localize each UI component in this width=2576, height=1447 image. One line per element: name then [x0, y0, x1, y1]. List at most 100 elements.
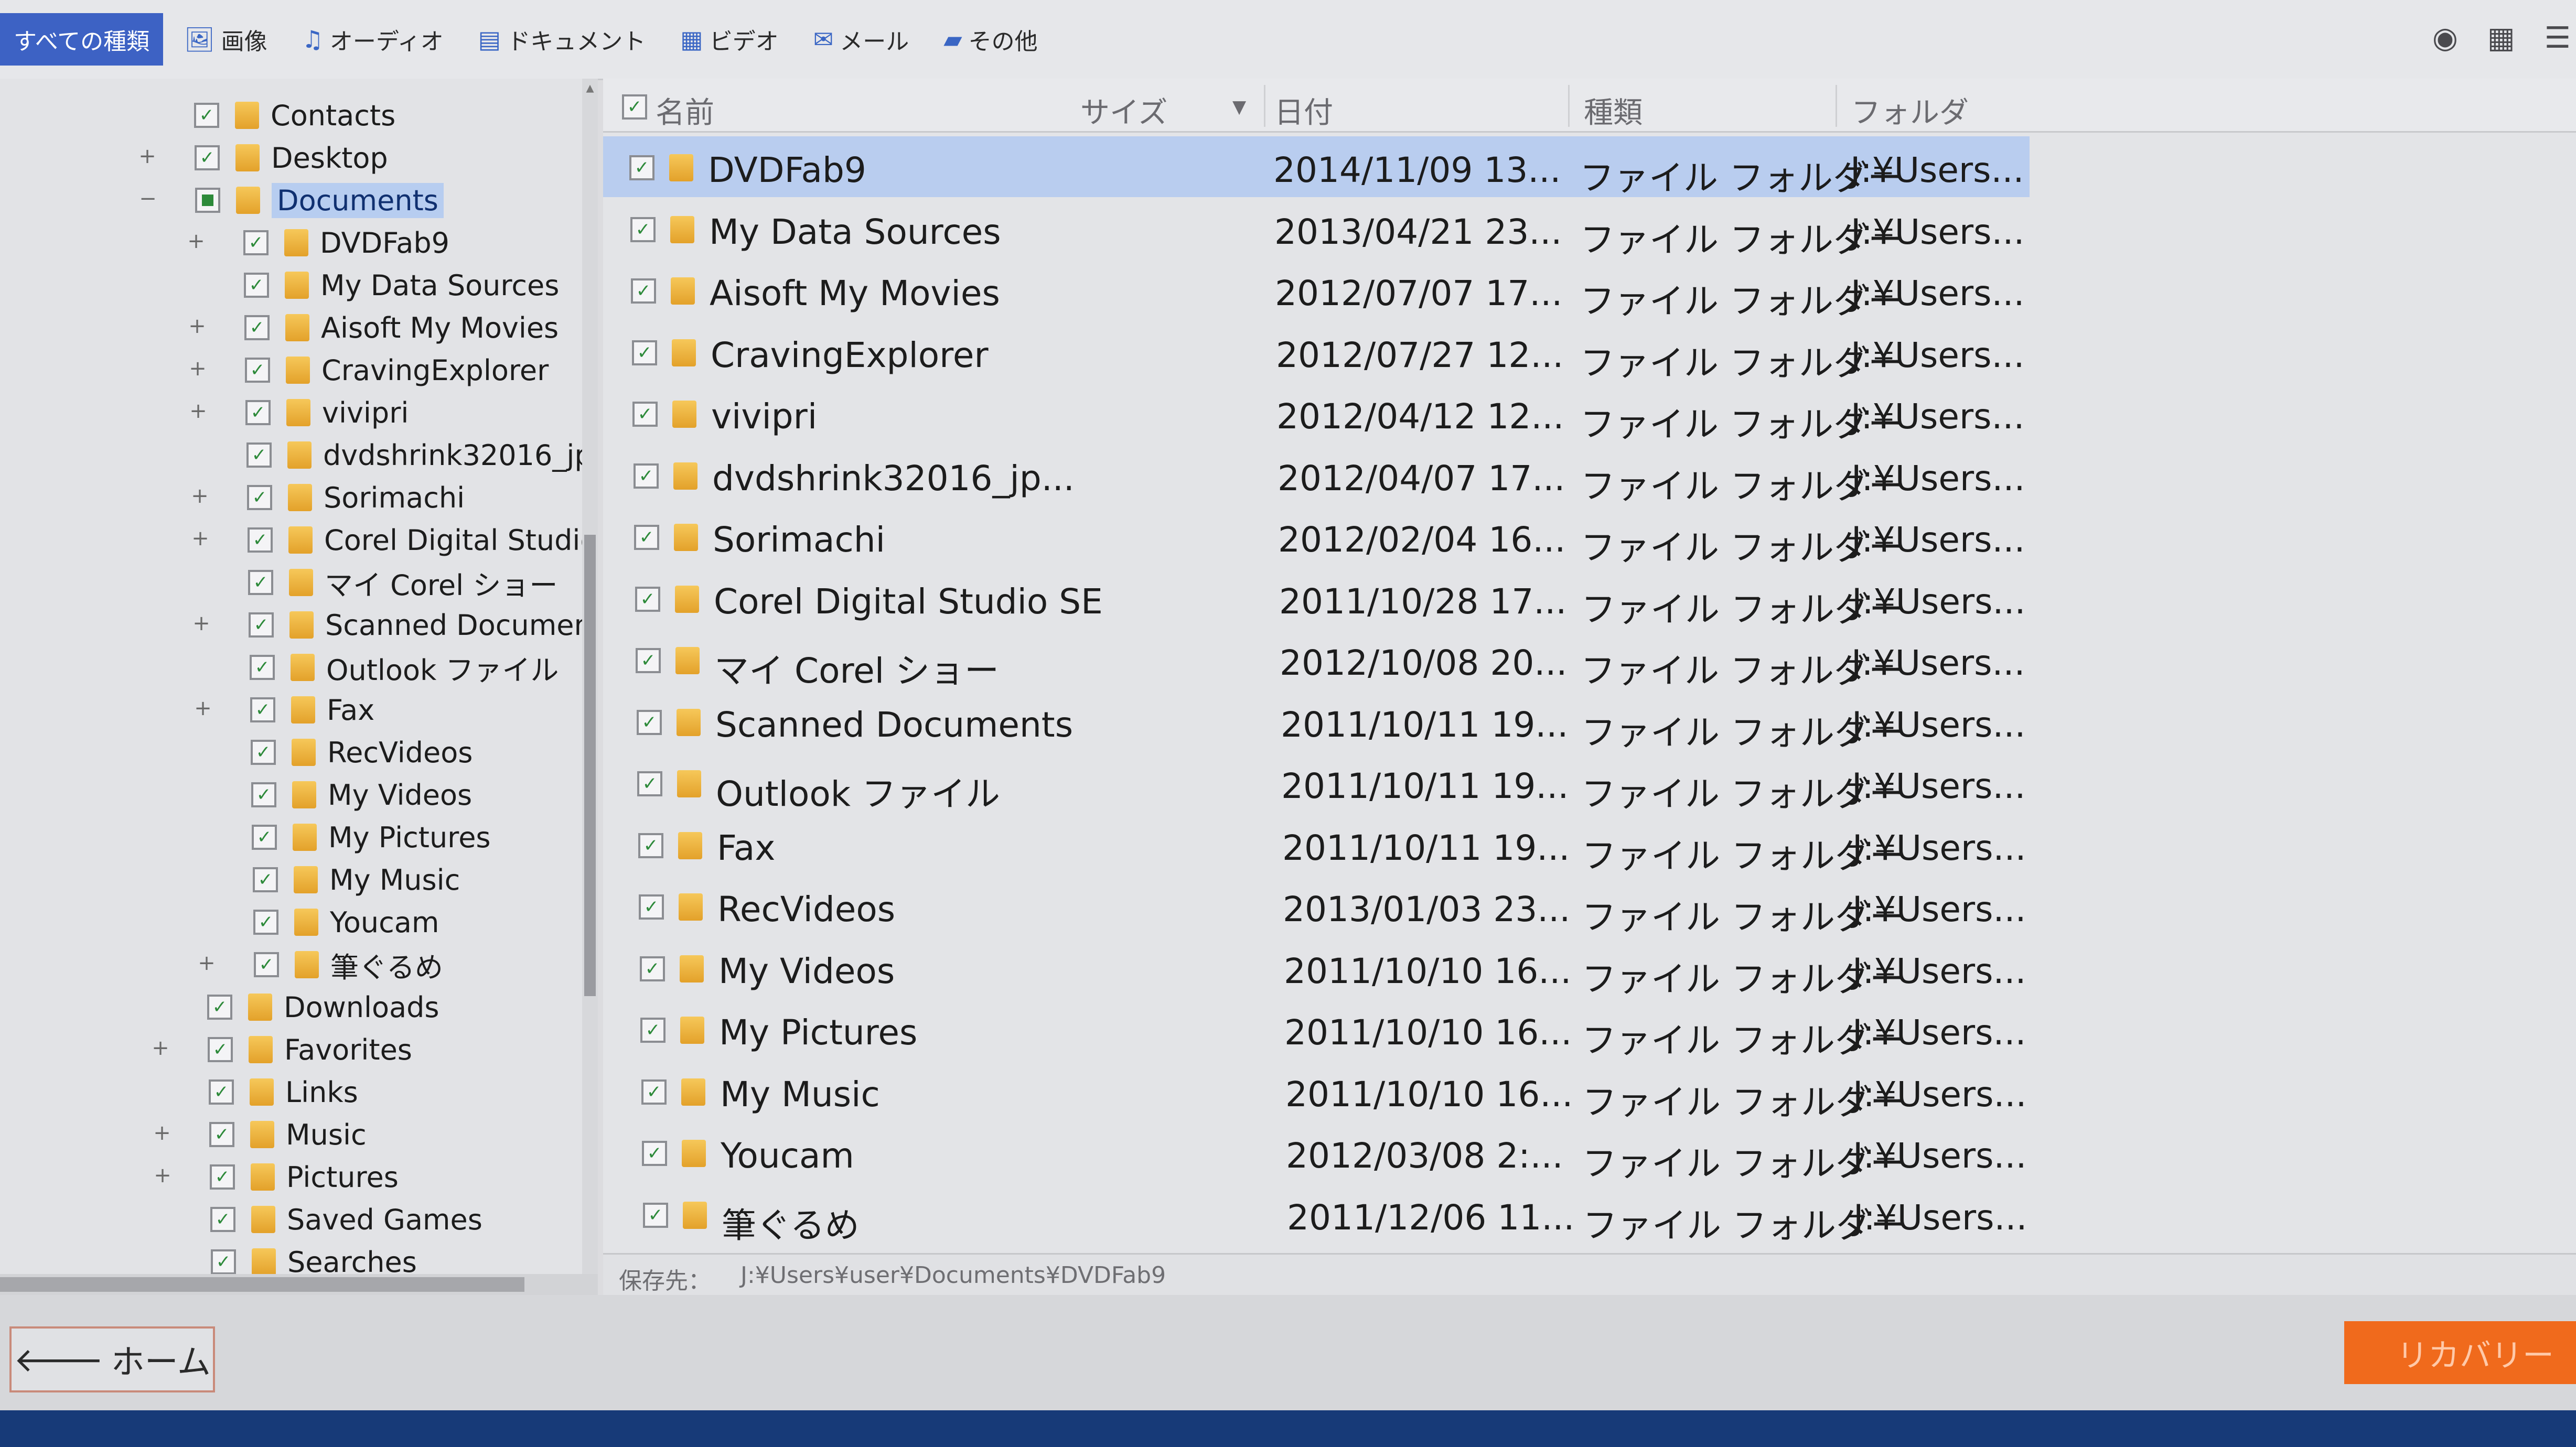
- grid-view-icon[interactable]: ▦: [2487, 21, 2515, 55]
- row-checkbox[interactable]: ✓: [637, 771, 662, 796]
- tree-checkbox[interactable]: ✓: [248, 570, 273, 595]
- tree-node[interactable]: ✓ Fax: [250, 689, 374, 731]
- tree-hscroll-thumb[interactable]: [0, 1277, 524, 1292]
- tree-node[interactable]: ✓ My Videos: [251, 774, 472, 816]
- column-type[interactable]: 種類: [1584, 89, 1643, 132]
- tree-node[interactable]: ✓ Desktop: [195, 137, 388, 179]
- tree-node[interactable]: ✓ Corel Digital Studio S: [248, 519, 598, 561]
- file-row[interactable]: ✓ DVDFab9 2014/11/09 13... ファイル フォルダー J:¥Use…: [603, 136, 2030, 198]
- tree-node[interactable]: ✓ Downloads: [207, 986, 439, 1028]
- home-button[interactable]: 🡐 ホーム: [9, 1326, 215, 1392]
- file-row[interactable]: ✓ Outlook ファイル 2011/10/11 19... ファイル フォルダー J…: [603, 752, 2554, 814]
- recover-button[interactable]: リカバリー: [2344, 1321, 2576, 1384]
- tree-node[interactable]: ✓ CravingExplorer: [245, 349, 549, 391]
- row-checkbox[interactable]: ✓: [632, 402, 658, 427]
- tree-node[interactable]: Documents: [195, 179, 444, 221]
- eye-icon[interactable]: ◉: [2432, 21, 2458, 55]
- tree-node[interactable]: ✓ Pictures: [210, 1156, 399, 1198]
- filter-tab-5[interactable]: ✉ メール: [800, 13, 923, 66]
- row-checkbox[interactable]: ✓: [638, 833, 663, 858]
- file-row[interactable]: ✓ My Music 2011/10/10 16... ファイル フォルダー J:¥Us…: [603, 1061, 2554, 1122]
- tree-checkbox[interactable]: ✓: [247, 485, 272, 510]
- tree-node[interactable]: ✓ vivipri: [245, 392, 409, 434]
- tree-node[interactable]: ✓ DVDFab9: [243, 222, 449, 264]
- row-checkbox[interactable]: ✓: [641, 1079, 667, 1105]
- tree-checkbox[interactable]: ✓: [209, 1122, 234, 1147]
- tree-checkbox[interactable]: ✓: [252, 825, 277, 850]
- tree-node[interactable]: ✓ My Music: [253, 859, 460, 901]
- expand-icon[interactable]: +: [137, 144, 158, 168]
- file-row[interactable]: ✓ My Pictures 2011/10/10 16... ファイル フォルダー J:…: [603, 999, 2554, 1061]
- expand-icon[interactable]: +: [196, 951, 217, 975]
- filter-tab-4[interactable]: ▦ ビデオ: [667, 13, 792, 66]
- tree-checkbox[interactable]: ✓: [249, 612, 274, 638]
- row-checkbox[interactable]: ✓: [632, 340, 657, 365]
- tree-horizontal-scrollbar[interactable]: [0, 1274, 598, 1295]
- tree-checkbox[interactable]: ✓: [207, 995, 232, 1020]
- tree-node[interactable]: ✓ My Data Sources: [244, 264, 559, 306]
- file-row[interactable]: ✓ Fax 2011/10/11 19... ファイル フォルダー J:¥Users..…: [603, 814, 2554, 876]
- expand-icon[interactable]: +: [189, 484, 210, 508]
- list-view-icon[interactable]: ☰: [2545, 21, 2571, 55]
- tree-node[interactable]: ✓ RecVideos: [251, 731, 473, 773]
- row-checkbox[interactable]: ✓: [640, 1018, 666, 1043]
- tree-checkbox[interactable]: ✓: [248, 527, 273, 553]
- row-checkbox[interactable]: ✓: [643, 1202, 668, 1228]
- tree-node[interactable]: ✓ Favorites: [208, 1029, 412, 1071]
- tree-checkbox[interactable]: ✓: [250, 655, 275, 680]
- file-row[interactable]: ✓ Sorimachi 2012/02/04 16... ファイル フォルダー J:¥U…: [603, 506, 2554, 568]
- file-row[interactable]: ✓ My Data Sources 2013/04/21 23... ファイル フォル…: [603, 198, 2554, 260]
- expand-icon[interactable]: +: [150, 1036, 171, 1060]
- row-checkbox[interactable]: ✓: [635, 586, 660, 612]
- expand-icon[interactable]: +: [152, 1163, 173, 1187]
- tree-node[interactable]: ✓ dvdshrink32016_jp_se: [246, 434, 598, 476]
- tree-checkbox[interactable]: ✓: [253, 910, 278, 935]
- tree-node[interactable]: ✓ My Pictures: [252, 816, 491, 858]
- column-divider[interactable]: [1264, 85, 1265, 127]
- file-row[interactable]: ✓ My Videos 2011/10/10 16... ファイル フォルダー J:¥U…: [603, 937, 2554, 999]
- scroll-up-arrow-icon[interactable]: ▴: [582, 79, 598, 97]
- file-row[interactable]: ✓ CravingExplorer 2012/07/27 12... ファイル フォル…: [603, 321, 2554, 383]
- file-row[interactable]: ✓ dvdshrink32016_jp... 2012/04/07 17... ファイ…: [603, 445, 2554, 506]
- filter-tab-6[interactable]: ▰ その他: [930, 13, 1051, 66]
- row-checkbox[interactable]: ✓: [636, 648, 661, 673]
- tree-checkbox[interactable]: ✓: [211, 1249, 236, 1275]
- tree-checkbox[interactable]: ✓: [210, 1207, 235, 1232]
- column-size[interactable]: サイズ: [1080, 89, 1167, 132]
- tree-checkbox[interactable]: ✓: [245, 400, 271, 425]
- filter-tab-1[interactable]: 🖼 画像: [170, 13, 281, 66]
- tree-node[interactable]: ✓ Saved Games: [210, 1198, 482, 1240]
- row-checkbox[interactable]: ✓: [631, 278, 656, 304]
- tree-checkbox[interactable]: ✓: [244, 315, 270, 340]
- tree-node[interactable]: ✓ マイ Corel ショー: [248, 561, 557, 603]
- tree-node[interactable]: ✓ Links: [209, 1071, 358, 1113]
- expand-icon[interactable]: +: [186, 229, 207, 253]
- row-checkbox[interactable]: ✓: [630, 217, 656, 242]
- tree-checkbox[interactable]: ✓: [194, 103, 219, 128]
- column-folder[interactable]: フォルダ: [1851, 89, 1969, 132]
- tree-node[interactable]: ✓ Music: [209, 1114, 367, 1156]
- file-row[interactable]: ✓ Corel Digital Studio SE 2011/10/28 17...…: [603, 568, 2554, 630]
- tree-checkbox[interactable]: ✓: [209, 1079, 234, 1105]
- file-row[interactable]: ✓ Youcam 2012/03/08 2:... ファイル フォルダー J:¥User…: [603, 1122, 2554, 1184]
- tree-node[interactable]: ✓ Youcam: [253, 901, 439, 943]
- collapse-icon[interactable]: −: [137, 187, 158, 211]
- tree-node[interactable]: ✓ Scanned Documents: [249, 604, 598, 646]
- row-checkbox[interactable]: ✓: [629, 155, 654, 180]
- sort-desc-icon[interactable]: ▼: [1232, 96, 1246, 117]
- row-checkbox[interactable]: ✓: [639, 894, 664, 920]
- tree-checkbox[interactable]: ✓: [195, 145, 220, 170]
- row-checkbox[interactable]: ✓: [634, 463, 659, 489]
- tree-checkbox[interactable]: ✓: [251, 782, 276, 807]
- file-row[interactable]: ✓ vivipri 2012/04/12 12... ファイル フォルダー J:¥Use…: [603, 383, 2554, 445]
- expand-icon[interactable]: +: [188, 399, 209, 423]
- tree-checkbox[interactable]: ✓: [210, 1164, 235, 1190]
- expand-icon[interactable]: +: [191, 611, 212, 635]
- tree-scroll-thumb[interactable]: [584, 535, 596, 996]
- tree-checkbox[interactable]: ✓: [253, 867, 278, 892]
- file-row[interactable]: ✓ マイ Corel ショー 2012/10/08 20... ファイル フォルダー J…: [603, 629, 2554, 691]
- tree-checkbox[interactable]: ✓: [251, 740, 276, 765]
- tree-checkbox[interactable]: ✓: [244, 273, 269, 298]
- folder-tree[interactable]: ✓ Contacts + ✓ Desktop − Documents + ✓ DVDFab9 ✓ My…: [0, 79, 598, 1290]
- filter-tab-3[interactable]: ▤ ドキュメント: [465, 13, 659, 66]
